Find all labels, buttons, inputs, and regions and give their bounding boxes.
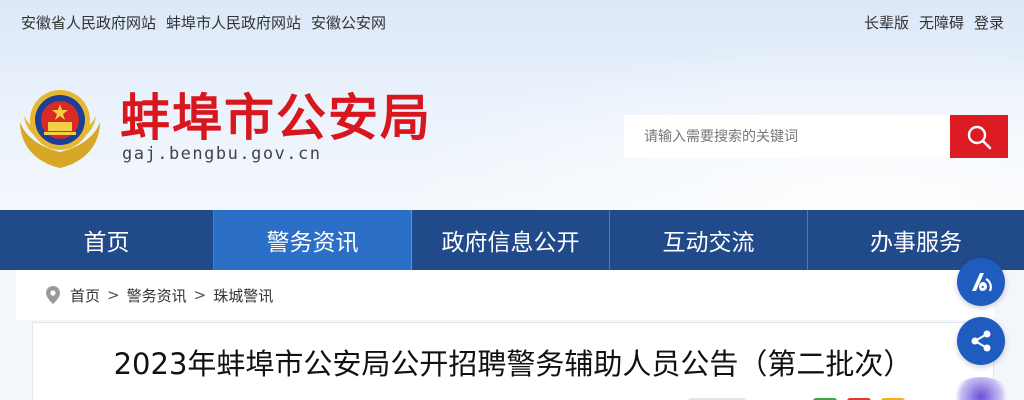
main-nav: 首页 警务资讯 政府信息公开 互动交流 办事服务: [0, 210, 1024, 270]
elder-mode-link[interactable]: 长辈版: [864, 12, 909, 33]
nav-home[interactable]: 首页: [0, 210, 214, 270]
breadcrumb: 首页 > 警务资讯 > 珠城警讯: [16, 270, 994, 320]
nav-interaction[interactable]: 互动交流: [610, 210, 808, 270]
article-title: 2023年蚌埠市公安局公开招聘警务辅助人员公告（第二批次）: [113, 347, 913, 381]
link-anhui-gov[interactable]: 安徽省人民政府网站: [21, 12, 156, 33]
site-header: 安徽省人民政府网站 蚌埠市人民政府网站 安徽公安网 长辈版 无障碍 登录 蚌埠市…: [0, 0, 1024, 210]
search-icon: [967, 125, 992, 149]
accessibility-link[interactable]: 无障碍: [919, 12, 964, 33]
link-anhui-police[interactable]: 安徽公安网: [311, 12, 386, 33]
external-links: 安徽省人民政府网站 蚌埠市人民政府网站 安徽公安网: [21, 12, 386, 33]
nav-police-news[interactable]: 警务资讯: [214, 210, 412, 270]
breadcrumb-separator: >: [193, 286, 207, 304]
nav-gov-info[interactable]: 政府信息公开: [412, 210, 610, 270]
breadcrumb-separator: >: [107, 286, 120, 304]
breadcrumb-home[interactable]: 首页: [70, 285, 100, 306]
breadcrumb-police-news[interactable]: 警务资讯: [127, 285, 187, 306]
search-input[interactable]: [624, 115, 950, 158]
share-icon: [971, 330, 991, 352]
location-pin-icon: [46, 286, 60, 304]
login-link[interactable]: 登录: [974, 12, 1004, 33]
search-button[interactable]: [950, 115, 1008, 158]
link-bengbu-gov[interactable]: 蚌埠市人民政府网站: [166, 12, 301, 33]
breadcrumb-current[interactable]: 珠城警讯: [213, 285, 273, 306]
floating-share-button[interactable]: [957, 317, 1005, 365]
utility-links: 长辈版 无障碍 登录: [864, 12, 1004, 33]
floating-app-button[interactable]: [957, 258, 1005, 306]
site-domain: gaj.bengbu.gov.cn: [122, 144, 322, 164]
site-title: 蚌埠市公安局: [120, 89, 432, 147]
app-logo-icon: [972, 273, 992, 292]
article-panel: 2023年蚌埠市公安局公开招聘警务辅助人员公告（第二批次）: [32, 322, 994, 400]
police-emblem-icon[interactable]: [14, 82, 106, 172]
